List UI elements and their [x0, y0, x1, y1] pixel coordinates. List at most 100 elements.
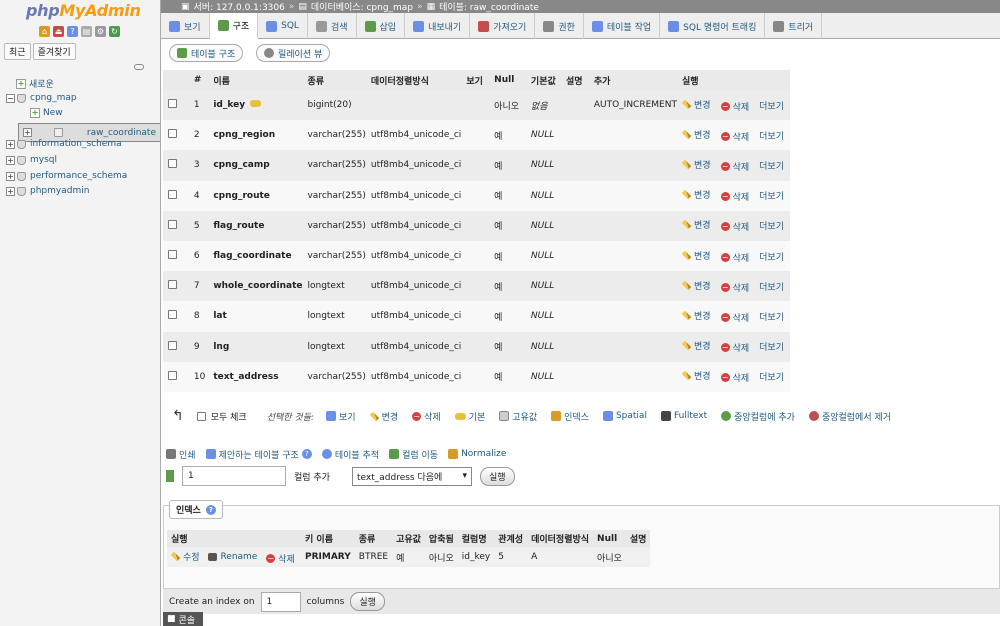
drop-link[interactable]: − 삭제: [720, 281, 749, 294]
tab-export[interactable]: 내보내기: [405, 13, 471, 39]
favorites-tab[interactable]: 즐겨찾기: [32, 43, 76, 60]
bulk-remove-central-button[interactable]: 중앙컬럼에서 제거: [808, 410, 891, 423]
normalize-link[interactable]: Normalize: [448, 449, 506, 459]
header-null[interactable]: Null: [489, 70, 526, 90]
row-checkbox[interactable]: [168, 340, 177, 350]
drop-link[interactable]: − 삭제: [720, 100, 749, 113]
change-link[interactable]: 변경: [681, 339, 711, 352]
column-name[interactable]: lng: [213, 342, 229, 352]
tree-new-database[interactable]: + 새로운: [16, 77, 54, 90]
change-link[interactable]: 변경: [681, 249, 711, 262]
header-attributes[interactable]: 보기: [461, 70, 490, 90]
tree-db-phpmyadmin[interactable]: + phpmyadmin: [6, 186, 89, 196]
docs-icon[interactable]: ▤: [81, 26, 92, 37]
header-collation[interactable]: 데이터정렬방식: [365, 70, 462, 90]
expand-icon[interactable]: +: [23, 128, 32, 137]
drop-link[interactable]: − 삭제: [720, 371, 749, 384]
column-name[interactable]: flag_coordinate: [213, 251, 291, 261]
track-table-link[interactable]: 테이블 추적: [321, 448, 379, 461]
bulk-primary-button[interactable]: 기본: [454, 410, 485, 423]
row-checkbox[interactable]: [168, 189, 177, 199]
move-columns-link[interactable]: 컬럼 이동: [389, 448, 438, 461]
recent-tab[interactable]: 최근: [4, 43, 31, 60]
change-link[interactable]: 변경: [681, 218, 711, 231]
more-link[interactable]: 더보기: [759, 250, 784, 263]
bulk-unique-button[interactable]: 고유값: [499, 410, 537, 423]
tree-db-cpng-map[interactable]: − cpng_map: [6, 93, 77, 103]
breadcrumb-table[interactable]: 테이블: raw_coordinate: [439, 0, 539, 13]
bulk-fulltext-button[interactable]: Fulltext: [660, 411, 707, 421]
bulk-add-central-button[interactable]: 중앙컬럼에 추가: [721, 410, 795, 423]
tree-db-performance-schema[interactable]: + performance_schema: [6, 171, 127, 181]
breadcrumb-server[interactable]: 서버: 127.0.0.1:3306: [194, 0, 285, 13]
drop-link[interactable]: − 삭제: [720, 341, 749, 354]
bulk-drop-button[interactable]: − 삭제: [412, 410, 441, 423]
more-link[interactable]: 더보기: [759, 280, 784, 293]
row-checkbox[interactable]: [168, 310, 177, 320]
console-toggle[interactable]: ■ 콘솔: [163, 612, 203, 626]
tab-privileges[interactable]: 권한: [535, 13, 584, 39]
column-name[interactable]: cpng_region: [213, 130, 275, 140]
column-name[interactable]: lat: [213, 311, 226, 321]
tab-import[interactable]: 가져오기: [470, 13, 536, 39]
change-link[interactable]: 변경: [681, 279, 711, 292]
settings-icon[interactable]: ⚙: [95, 26, 106, 37]
bulk-change-button[interactable]: 변경: [369, 410, 398, 423]
row-checkbox[interactable]: [168, 250, 177, 260]
column-name[interactable]: cpng_route: [213, 191, 270, 201]
index-edit-link[interactable]: 수정: [170, 550, 200, 563]
bulk-index-button[interactable]: 인덱스: [551, 410, 589, 423]
tab-wrench[interactable]: 테이블 작업: [584, 13, 661, 39]
help-icon[interactable]: ?: [205, 504, 216, 515]
tab-structure[interactable]: 구조: [209, 13, 259, 39]
bulk-spatial-button[interactable]: Spatial: [602, 411, 647, 421]
check-all-checkbox[interactable]: [196, 411, 206, 421]
drop-link[interactable]: − 삭제: [720, 311, 749, 324]
link-icon[interactable]: [134, 64, 144, 70]
expand-icon[interactable]: +: [6, 139, 15, 149]
create-index-count-input[interactable]: 1: [260, 591, 301, 612]
index-drop-link[interactable]: − 삭제: [266, 552, 295, 565]
row-checkbox[interactable]: [168, 219, 177, 229]
column-name[interactable]: cpng_camp: [213, 160, 269, 170]
more-link[interactable]: 더보기: [759, 370, 784, 383]
header-extra[interactable]: 추가: [588, 70, 678, 90]
more-link[interactable]: 더보기: [759, 159, 784, 172]
change-link[interactable]: 변경: [681, 158, 711, 171]
expand-icon[interactable]: +: [6, 155, 15, 165]
tab-eye[interactable]: SQL 명령어 트래킹: [660, 13, 766, 39]
column-name[interactable]: flag_route: [213, 221, 264, 231]
phpmyadmin-logo[interactable]: phpMyAdmin: [26, 1, 141, 20]
collapse-icon[interactable]: −: [6, 93, 15, 103]
column-name[interactable]: whole_coordinate: [213, 281, 302, 291]
check-all-label[interactable]: 모두 체크: [211, 410, 247, 423]
help-icon[interactable]: ?: [301, 449, 312, 459]
add-column-position-select[interactable]: text_address 다음에 ▾: [351, 466, 472, 486]
more-link[interactable]: 더보기: [759, 189, 784, 202]
tab-sql[interactable]: SQL: [258, 13, 308, 39]
index-rename-link[interactable]: Rename: [208, 552, 257, 562]
breadcrumb-database[interactable]: 데이터베이스: cpng_map: [311, 0, 413, 13]
more-link[interactable]: 더보기: [759, 99, 784, 112]
header-default[interactable]: 기본값: [525, 70, 561, 90]
tab-search[interactable]: 검색: [308, 13, 357, 39]
reload-icon[interactable]: ↻: [109, 26, 120, 37]
row-checkbox[interactable]: [168, 129, 177, 139]
table-structure-button[interactable]: 테이블 구조: [169, 44, 244, 62]
change-link[interactable]: 변경: [681, 369, 711, 382]
drop-link[interactable]: − 삭제: [720, 160, 749, 173]
home-icon[interactable]: ⌂: [39, 26, 50, 37]
change-link[interactable]: 변경: [681, 98, 711, 111]
more-link[interactable]: 더보기: [759, 129, 784, 142]
row-checkbox[interactable]: [168, 159, 177, 169]
row-checkbox[interactable]: [168, 280, 177, 290]
change-link[interactable]: 변경: [681, 188, 711, 201]
help-icon[interactable]: ?: [67, 26, 78, 37]
more-link[interactable]: 더보기: [759, 219, 784, 232]
create-index-go-button[interactable]: 실행: [350, 592, 385, 611]
row-checkbox[interactable]: [168, 370, 177, 380]
header-name[interactable]: 이름: [208, 70, 303, 90]
add-column-count-input[interactable]: 1: [182, 466, 286, 486]
change-link[interactable]: 변경: [681, 128, 711, 141]
logout-icon[interactable]: ⏏: [53, 26, 64, 37]
